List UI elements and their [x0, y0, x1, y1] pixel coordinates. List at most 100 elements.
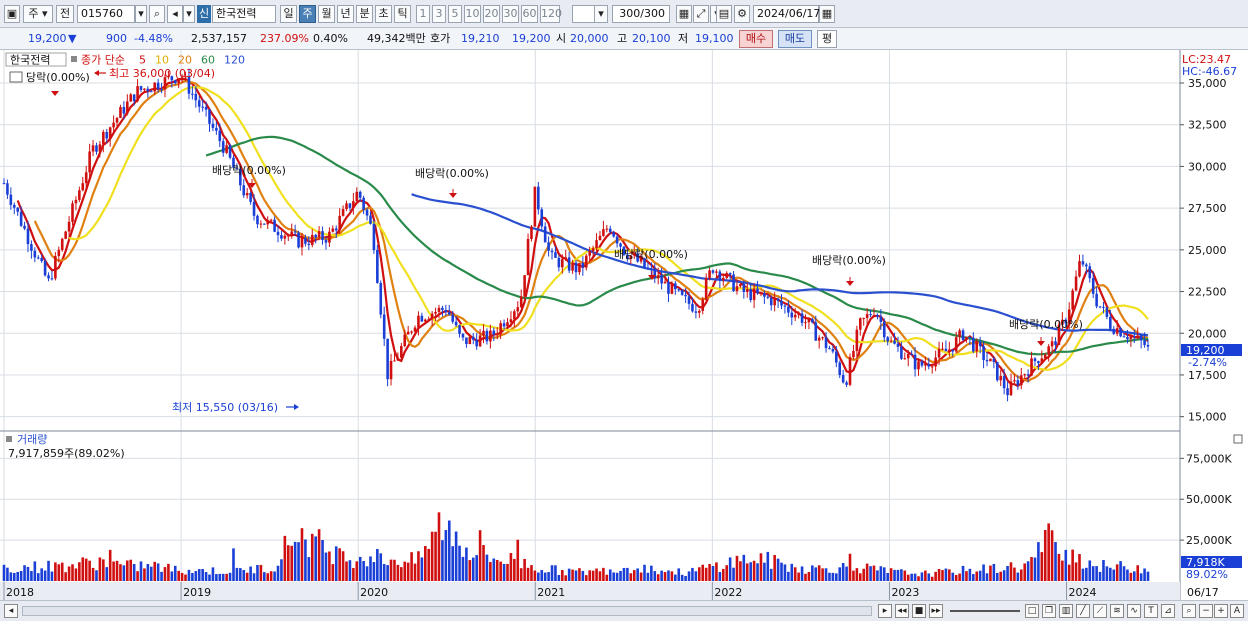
calendar-icon[interactable]: ▦ [819, 5, 835, 23]
volume-bar [924, 570, 927, 581]
candle-body [523, 275, 526, 297]
high-marker: 최고 36,000 (03/04) [109, 67, 215, 80]
candle-body [797, 313, 800, 315]
menu-dropdown[interactable]: 주 ▾ [23, 5, 53, 23]
trend-tool-icon[interactable]: ⟋ [1093, 604, 1107, 618]
candle-body [821, 337, 824, 339]
interval-tab[interactable]: 1 [416, 5, 430, 23]
volume-bar [355, 561, 359, 581]
fast-forward-icon[interactable]: ▸▸ [929, 604, 943, 618]
stock-chart[interactable]: 최고 36,000 (03/04) 최저 15,550 (03/16) 배당락(0.… [0, 50, 1248, 600]
quote-bar: 19,200 ▼ 900 -4.48% 2,537,157 237.09% 0.… [0, 28, 1248, 50]
volume-bar [420, 557, 424, 581]
volume-bar [112, 561, 115, 581]
candle-body [204, 106, 208, 110]
candle-body [1139, 335, 1143, 341]
code-dropdown-icon[interactable]: ▾ [135, 5, 147, 23]
zoom-slider[interactable] [950, 610, 1020, 612]
volume-bar [167, 563, 170, 581]
period-tab[interactable]: 틱 [394, 5, 411, 23]
volume-bar [1102, 560, 1105, 581]
stock-code-input[interactable]: 015760 [77, 5, 135, 23]
candle-body [499, 323, 502, 334]
prefix-button[interactable]: 전 [56, 5, 74, 23]
line-tool-icon[interactable]: ╱ [1076, 604, 1090, 618]
interval-tab[interactable]: 60 [521, 5, 538, 23]
volume-bar [554, 565, 557, 581]
gear-icon[interactable]: ⚙ [734, 5, 750, 23]
bar-count-field[interactable]: 300/300 [612, 5, 670, 23]
volume-bar [177, 570, 180, 581]
eval-button[interactable]: 평 [817, 30, 837, 48]
candle-body [615, 236, 619, 244]
volume-bar [235, 567, 239, 581]
interval-dropdown-icon[interactable]: ▾ [594, 5, 608, 23]
period-tab[interactable]: 분 [356, 5, 373, 23]
sell-button[interactable]: 매도 [778, 30, 812, 48]
interval-tab[interactable]: 3 [432, 5, 446, 23]
candle-body [872, 315, 876, 317]
stop-icon[interactable]: ■ [912, 604, 926, 618]
panel-close-icon[interactable] [1233, 434, 1243, 444]
candle-body [961, 330, 965, 340]
period-tab[interactable]: 주 [299, 5, 316, 23]
interval-tab[interactable]: 30 [502, 5, 519, 23]
zoom-box-icon[interactable]: □ [1025, 604, 1039, 618]
volume-bar [838, 567, 842, 581]
candle-body [742, 283, 746, 292]
candle-body [732, 274, 735, 291]
interval-tab[interactable]: 10 [464, 5, 481, 23]
stock-name-field[interactable]: 한국전력 [212, 5, 276, 23]
candle-body [2, 183, 6, 185]
interval-tab[interactable]: 20 [483, 5, 500, 23]
period-tab[interactable]: 초 [375, 5, 392, 23]
interval-tab[interactable]: 5 [448, 5, 462, 23]
period-tab[interactable]: 일 [280, 5, 297, 23]
magnify-icon[interactable]: ⌕ [1182, 604, 1196, 618]
period-tab[interactable]: 월 [318, 5, 335, 23]
candle-body [280, 235, 283, 239]
fib-tool-icon[interactable]: ≋ [1110, 604, 1124, 618]
horizontal-scrollbar[interactable] [22, 606, 872, 616]
period-tab[interactable]: 년 [337, 5, 354, 23]
volume-bar [495, 559, 499, 581]
candle-body [26, 228, 30, 245]
volume-bar [146, 564, 150, 581]
volume-bar [513, 558, 516, 581]
scroll-right-icon[interactable]: ▸ [878, 604, 892, 618]
text-tool-icon[interactable]: T [1144, 604, 1158, 618]
font-size-icon[interactable]: A [1230, 604, 1244, 618]
scroll-left-icon[interactable]: ◂ [4, 604, 18, 618]
date-field[interactable]: 2024/06/17 [753, 5, 820, 23]
volume-bar [766, 551, 770, 581]
candle-body [605, 228, 609, 230]
volume-bar [1126, 569, 1129, 581]
rewind-icon[interactable]: ◂◂ [895, 604, 909, 618]
volume-bar [663, 572, 667, 581]
candle-body [944, 348, 948, 352]
volume-bar [105, 567, 109, 581]
measure-tool-icon[interactable]: ⊿ [1161, 604, 1175, 618]
prev-dropdown-icon[interactable]: ▾ [183, 5, 195, 23]
candle-body [718, 271, 722, 281]
buy-button[interactable]: 매수 [739, 30, 773, 48]
zoom-out-icon[interactable]: − [1199, 604, 1213, 618]
speaker-icon[interactable]: ◂ [167, 5, 183, 23]
candle-body [509, 319, 513, 323]
volume-bar [622, 567, 626, 581]
crosshair-icon[interactable]: ⤢ [693, 5, 709, 23]
search-icon[interactable]: ⌕ [149, 5, 165, 23]
candle-body [838, 362, 842, 375]
zoom-in-icon[interactable]: + [1214, 604, 1228, 618]
candle-body [1091, 278, 1095, 294]
candle-body [345, 203, 348, 210]
grid-icon[interactable]: ▦ [676, 5, 692, 23]
save-icon[interactable]: ▤ [716, 5, 732, 23]
copy-icon[interactable]: ❐ [1042, 604, 1056, 618]
layout-icon[interactable]: ▥ [1059, 604, 1073, 618]
window-icon[interactable]: ▣ [4, 5, 20, 23]
interval-tab[interactable]: 120 [540, 5, 562, 23]
wave-tool-icon[interactable]: ∿ [1127, 604, 1141, 618]
volume-bar [444, 530, 448, 581]
volume-bar [266, 573, 270, 581]
